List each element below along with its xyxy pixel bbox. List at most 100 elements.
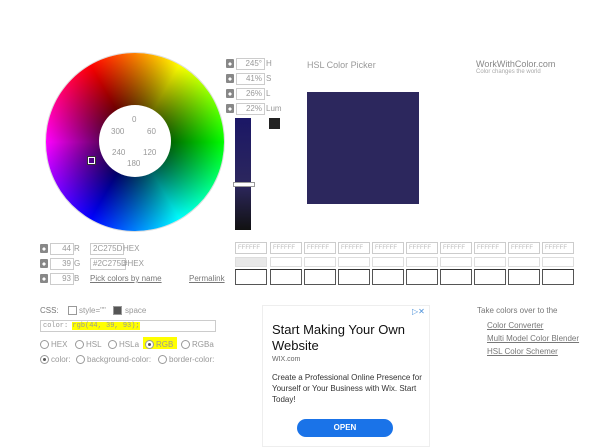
take-colors-heading: Take colors over to the <box>477 306 558 315</box>
palette-color-box[interactable] <box>474 269 506 285</box>
color-swatch <box>307 92 419 204</box>
palette-strip[interactable] <box>474 257 506 267</box>
property-radio-border[interactable] <box>158 355 167 364</box>
luminance-swatch <box>269 118 280 129</box>
format-label: RGBa <box>192 340 214 349</box>
property-radio-background[interactable] <box>76 355 85 364</box>
style-checkbox[interactable] <box>68 306 77 315</box>
degree-label: 180 <box>127 159 141 168</box>
wheel-marker[interactable] <box>88 157 95 164</box>
palette-color-box[interactable] <box>406 269 438 285</box>
space-checkbox[interactable] <box>113 306 122 315</box>
palette-slot[interactable]: FFFFFF <box>542 242 574 254</box>
l-stepper[interactable] <box>226 89 234 98</box>
style-option-label: style="" <box>79 306 106 315</box>
format-radio-rgba[interactable] <box>181 340 190 349</box>
space-option-label: space <box>125 306 147 315</box>
format-radio-hex[interactable] <box>40 340 49 349</box>
color-blender-link[interactable]: Multi Model Color Blender <box>487 334 579 343</box>
h-stepper[interactable] <box>226 59 234 68</box>
permalink-link[interactable]: Permalink <box>189 274 225 283</box>
palette-strip[interactable] <box>304 257 336 267</box>
g-stepper[interactable] <box>40 259 48 268</box>
pick-colors-link[interactable]: Pick colors by name <box>90 274 162 283</box>
b-stepper[interactable] <box>40 274 48 283</box>
degree-label: 0 <box>132 115 137 124</box>
property-radio-color[interactable] <box>40 355 49 364</box>
hex-label: HEX <box>123 244 140 253</box>
ad-choices-icon[interactable]: ▷✕ <box>412 307 425 316</box>
hash-hex-input[interactable]: #2C275D <box>90 258 127 270</box>
palette-slot[interactable]: FFFFFF <box>406 242 438 254</box>
palette-color-box[interactable] <box>542 269 574 285</box>
format-radio-rgb[interactable] <box>145 340 154 349</box>
palette-strip[interactable] <box>440 257 472 267</box>
css-prefix: color: <box>43 322 69 330</box>
ad-open-button[interactable]: OPEN <box>297 419 393 437</box>
b-input[interactable]: 93 <box>50 273 74 285</box>
hsl-schemer-link[interactable]: HSL Color Schemer <box>487 347 558 356</box>
slider-handle[interactable] <box>233 182 255 187</box>
brand-name[interactable]: WorkWithColor.com <box>476 59 555 69</box>
palette-color-box[interactable] <box>338 269 370 285</box>
palette-slot[interactable]: FFFFFF <box>440 242 472 254</box>
property-label: color: <box>51 355 71 364</box>
palette-slot[interactable]: FFFFFF <box>338 242 370 254</box>
l-input[interactable]: 26% <box>236 88 265 100</box>
degree-label: 120 <box>143 148 157 157</box>
ad-title[interactable]: Start Making Your Own Website <box>272 322 422 354</box>
page-title: HSL Color Picker <box>307 60 376 70</box>
format-radio-hsl[interactable] <box>75 340 84 349</box>
b-label: B <box>74 274 80 283</box>
hash-hex-label: #HEX <box>123 259 144 268</box>
palette-color-box[interactable] <box>304 269 336 285</box>
css-output-field[interactable]: color: rgb(44, 39, 93); <box>40 320 216 332</box>
format-radio-hsla[interactable] <box>108 340 117 349</box>
palette-slot[interactable]: FFFFFF <box>372 242 404 254</box>
palette-color-box[interactable] <box>270 269 302 285</box>
css-value: rgb(44, 39, 93); <box>72 322 140 330</box>
palette-color-box[interactable] <box>372 269 404 285</box>
format-label: HSLa <box>119 340 140 349</box>
brand-tagline: Color changes the world <box>476 69 541 75</box>
palette-slot[interactable]: FFFFFF <box>235 242 267 254</box>
palette-strip[interactable] <box>338 257 370 267</box>
s-input[interactable]: 41% <box>236 73 265 85</box>
format-label: RGB <box>156 340 174 349</box>
palette-strip[interactable] <box>406 257 438 267</box>
lum-stepper[interactable] <box>226 104 234 113</box>
r-input[interactable]: 44 <box>50 243 74 255</box>
palette-strip[interactable] <box>235 257 267 267</box>
h-input[interactable]: 245° <box>236 58 265 70</box>
lum-input[interactable]: 22% <box>236 103 265 115</box>
h-label: H <box>266 59 272 68</box>
palette-slot[interactable]: FFFFFF <box>474 242 506 254</box>
format-label: HEX <box>51 340 68 349</box>
s-stepper[interactable] <box>226 74 234 83</box>
palette-strip[interactable] <box>542 257 574 267</box>
palette-color-box[interactable] <box>508 269 540 285</box>
lightness-slider[interactable] <box>235 118 251 230</box>
hex-input[interactable]: 2C275D <box>90 243 124 255</box>
r-label: R <box>74 244 80 253</box>
degree-label: 60 <box>147 127 156 136</box>
palette-slot[interactable]: FFFFFF <box>508 242 540 254</box>
palette-slot[interactable]: FFFFFF <box>304 242 336 254</box>
palette-strip[interactable] <box>372 257 404 267</box>
property-label: background-color: <box>87 355 152 364</box>
degree-label: 300 <box>111 127 125 136</box>
palette-strip[interactable] <box>270 257 302 267</box>
format-label: HSL <box>86 340 102 349</box>
g-label: G <box>74 259 81 268</box>
r-stepper[interactable] <box>40 244 48 253</box>
degree-label: 240 <box>112 148 126 157</box>
g-input[interactable]: 39 <box>50 258 74 270</box>
palette-color-box[interactable] <box>440 269 472 285</box>
property-label: border-color: <box>169 355 215 364</box>
palette-slot[interactable]: FFFFFF <box>270 242 302 254</box>
ad-url[interactable]: WIX.com <box>272 356 300 363</box>
lum-label: Lum <box>266 104 282 113</box>
palette-strip[interactable] <box>508 257 540 267</box>
palette-color-box[interactable] <box>235 269 267 285</box>
color-converter-link[interactable]: Color Converter <box>487 321 543 330</box>
